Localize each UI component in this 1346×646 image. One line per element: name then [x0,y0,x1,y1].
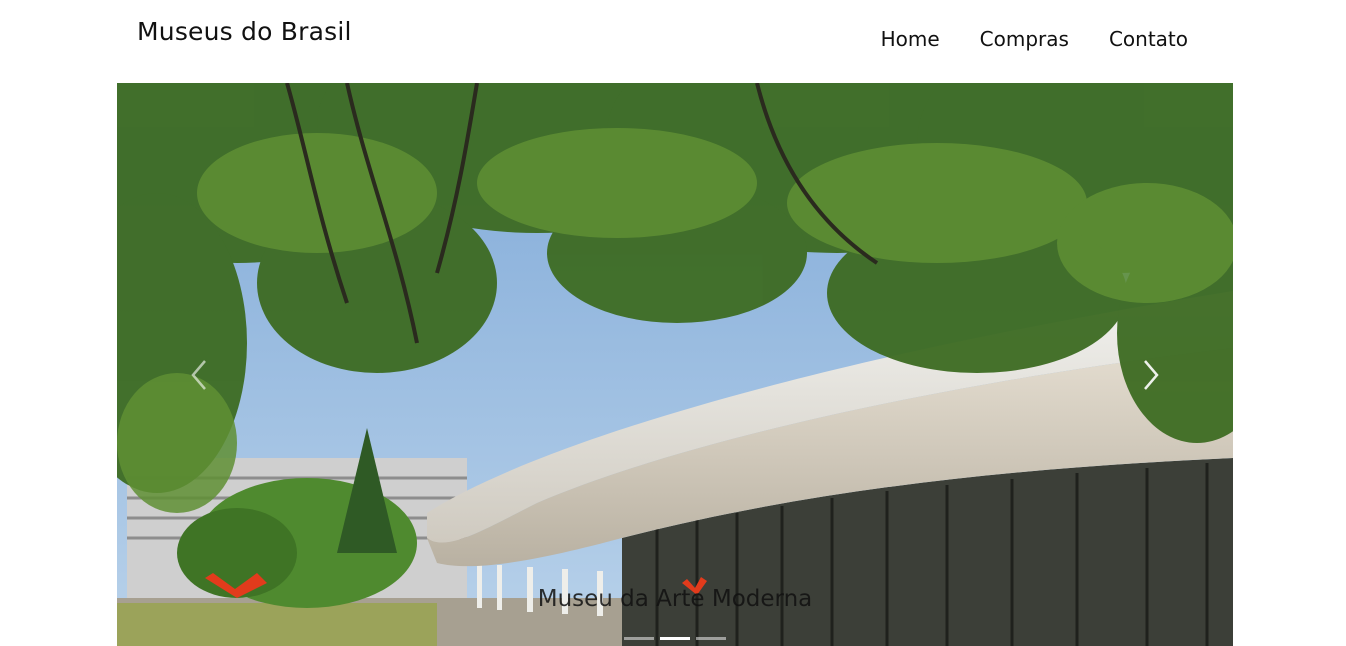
carousel-indicator-2[interactable] [660,637,690,640]
carousel-slide-image [117,83,1233,646]
carousel-indicators [117,637,1233,640]
navbar: Museus do Brasil Home Compras Contato [0,0,1346,83]
carousel-next-button[interactable] [1129,353,1169,397]
chevron-right-icon [1144,360,1159,390]
carousel-indicator-3[interactable] [696,637,726,640]
carousel-prev-button[interactable] [181,353,221,397]
chevron-left-icon [191,360,206,390]
nav-link-home[interactable]: Home [881,27,940,51]
carousel-caption: Museu da Arte Moderna [537,586,813,612]
nav-link-contato[interactable]: Contato [1109,27,1188,51]
brand-logo-text[interactable]: Museus do Brasil [137,17,352,46]
main-nav: Home Compras Contato [881,27,1188,51]
carousel-indicator-1[interactable] [624,637,654,640]
image-carousel: Museu da Arte Moderna [117,83,1233,646]
nav-link-compras[interactable]: Compras [980,27,1069,51]
